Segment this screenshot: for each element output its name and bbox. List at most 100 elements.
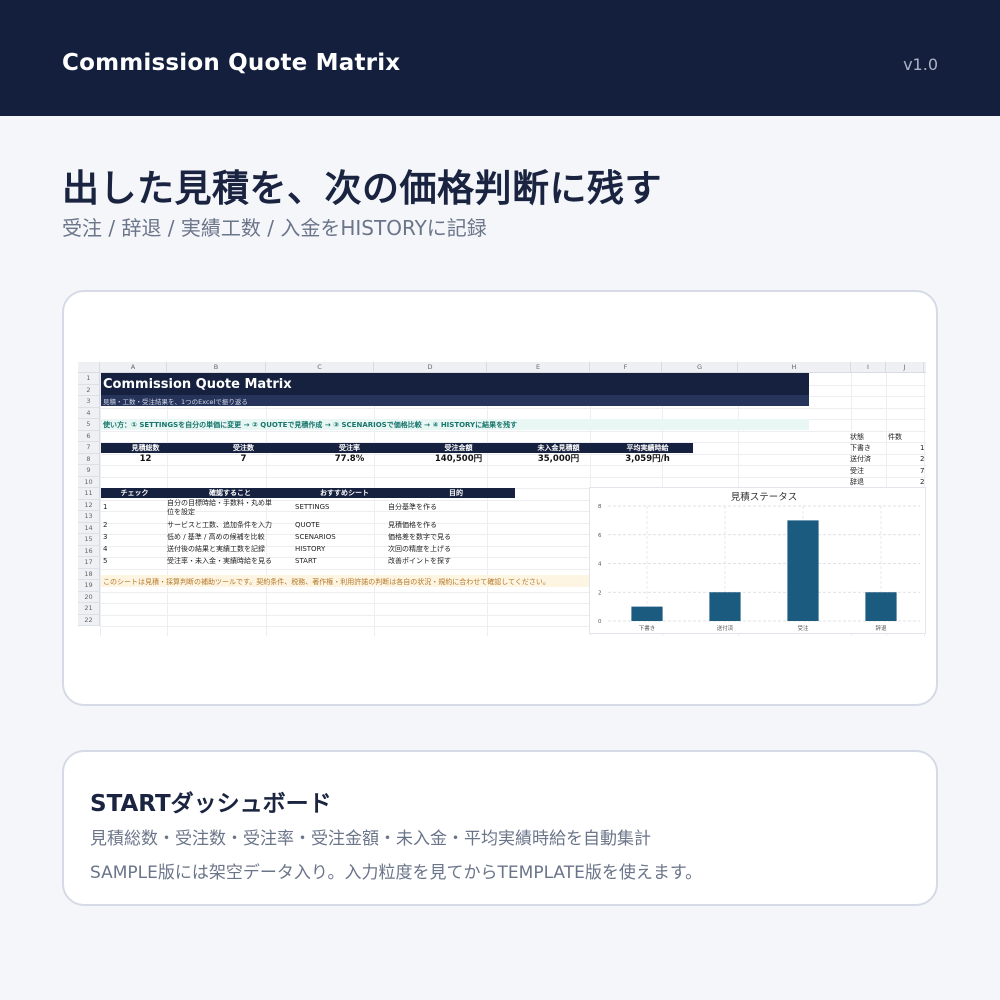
status-label: 辞退: [850, 478, 864, 486]
kpi-label: 平均実績時給: [602, 443, 693, 453]
grid-line: [374, 373, 375, 636]
status-label: 受注: [850, 467, 864, 475]
column-header[interactable]: F: [590, 362, 662, 373]
check-cell-item[interactable]: 自分の目標時給・手数料・丸め単: [167, 499, 272, 508]
column-header[interactable]: I: [851, 362, 886, 373]
chart-bar[interactable]: [631, 606, 663, 621]
check-cell-sheet[interactable]: SCENARIOS: [295, 533, 336, 542]
row-header[interactable]: 12: [78, 499, 100, 511]
column-header[interactable]: B: [167, 362, 266, 373]
row-header[interactable]: 18: [78, 568, 100, 580]
status-chart-svg: 見積ステータス 0 2 4 6 8 下書き 送付済 受注 辞退: [598, 491, 920, 632]
chart-bar[interactable]: [709, 592, 741, 621]
check-cell-sheet[interactable]: SETTINGS: [295, 503, 329, 512]
y-tick-label: 6: [598, 533, 602, 539]
check-cell-item[interactable]: 低め / 基準 / 高めの候補を比較: [167, 533, 265, 542]
column-header[interactable]: A: [100, 362, 167, 373]
status-label: 下書き: [850, 444, 871, 452]
row-header[interactable]: 22: [78, 614, 100, 626]
page-headline: 出した見積を、次の価格判断に残す: [62, 167, 662, 210]
check-cell-sheet[interactable]: HISTORY: [295, 545, 325, 554]
count-header: 件数: [888, 433, 902, 441]
check-table-header: 目的: [397, 488, 515, 498]
version-label: v1.0: [903, 55, 938, 74]
kpi-label: 見積総数: [101, 443, 190, 453]
check-cell-purpose[interactable]: 自分基準を作る: [388, 503, 437, 512]
spreadsheet-preview: 22 21 20 19 18 17 16 15 14 13 12 11 10 9 8 7 6 5 4 3 2 1 Comm…: [78, 362, 926, 636]
status-label: 送付済: [850, 455, 871, 463]
check-cell-purpose[interactable]: 価格差を数字で見る: [388, 533, 451, 542]
check-table-header: おすすめシート: [292, 488, 397, 498]
check-cell-purpose[interactable]: 見積価格を作る: [388, 521, 437, 530]
chart-bar[interactable]: [787, 520, 819, 621]
kpi-value[interactable]: 12: [101, 454, 190, 465]
row-header[interactable]: 9: [78, 465, 100, 477]
spreadsheet-preview-card: 22 21 20 19 18 17 16 15 14 13 12 11 10 9 8 7 6 5 4 3 2 1 Comm…: [62, 290, 938, 706]
status-header: 状態: [850, 433, 864, 441]
app-title: Commission Quote Matrix: [62, 50, 401, 76]
row-header[interactable]: 16: [78, 545, 100, 557]
row-header[interactable]: 10: [78, 476, 100, 488]
kpi-label: 未入金見積額: [515, 443, 602, 453]
check-cell-item[interactable]: 受注率・未入金・実績時給を見る: [167, 557, 272, 566]
row-header[interactable]: 4: [78, 407, 100, 419]
info-line-1: 見積総数・受注数・受注率・受注金額・未入金・平均実績時給を自動集計: [90, 829, 651, 849]
check-cell-no[interactable]: 1: [103, 503, 107, 512]
check-table-header: 確認すること: [168, 488, 292, 498]
row-header[interactable]: 5: [78, 419, 100, 431]
status-count: 2: [920, 478, 925, 486]
column-header[interactable]: E: [487, 362, 590, 373]
column-header[interactable]: J: [886, 362, 924, 373]
check-cell-sheet[interactable]: QUOTE: [295, 521, 320, 530]
x-tick-label: 下書き: [639, 624, 656, 632]
row-header[interactable]: 21: [78, 603, 100, 615]
x-tick-label: 送付済: [717, 624, 734, 632]
check-cell-no[interactable]: 4: [103, 545, 107, 554]
row-header[interactable]: 7: [78, 442, 100, 454]
row-header[interactable]: 11: [78, 488, 100, 500]
chart-bar[interactable]: [865, 592, 897, 621]
column-header[interactable]: D: [374, 362, 487, 373]
kpi-value[interactable]: 35,000円: [515, 454, 602, 465]
kpi-value[interactable]: 140,500円: [402, 454, 515, 465]
check-cell-sheet[interactable]: START: [295, 557, 317, 566]
check-cell-item-cont[interactable]: 位を設定: [167, 508, 195, 517]
row-header[interactable]: 13: [78, 511, 100, 523]
column-header[interactable]: H: [738, 362, 851, 373]
row-header[interactable]: 8: [78, 453, 100, 465]
grid-line: [100, 476, 926, 478]
kpi-value[interactable]: 77.8%: [297, 454, 402, 465]
y-tick-label: 8: [598, 504, 602, 510]
usage-text: 使い方：① SETTINGSを自分の単価に変更 → ② QUOTEで見積作成 →…: [103, 421, 518, 429]
check-cell-no[interactable]: 2: [103, 521, 107, 530]
check-cell-no[interactable]: 5: [103, 557, 107, 566]
check-cell-purpose[interactable]: 改善ポイントを探す: [388, 557, 451, 566]
info-title: STARTダッシュボード: [90, 791, 332, 817]
page-subline: 受注 / 辞退 / 実績工数 / 入金をHISTORYに記録: [62, 216, 487, 240]
column-header[interactable]: G: [662, 362, 738, 373]
row-header[interactable]: 6: [78, 430, 100, 442]
check-cell-no[interactable]: 3: [103, 533, 107, 542]
grid-line: [100, 430, 926, 432]
kpi-label: 受注数: [190, 443, 297, 453]
row-header[interactable]: 2: [78, 384, 100, 396]
y-tick-label: 2: [598, 590, 602, 596]
row-header[interactable]: 15: [78, 534, 100, 546]
row-header[interactable]: 3: [78, 396, 100, 408]
sheet-title: Commission Quote Matrix: [103, 377, 292, 392]
grid-line: [487, 373, 488, 636]
check-cell-item[interactable]: サービスと工数、追加条件を入力: [167, 521, 272, 530]
kpi-value[interactable]: 3,059円/h: [602, 454, 693, 465]
kpi-value[interactable]: 7: [190, 454, 297, 465]
column-header[interactable]: C: [266, 362, 374, 373]
row-header[interactable]: 20: [78, 591, 100, 603]
row-header[interactable]: 14: [78, 522, 100, 534]
info-line-2: SAMPLE版には架空データ入り。入力粒度を見てからTEMPLATE版を使えます…: [90, 863, 703, 883]
check-cell-purpose[interactable]: 次回の精度を上げる: [388, 545, 451, 554]
column-header[interactable]: K: [924, 362, 926, 373]
row-header[interactable]: 17: [78, 557, 100, 569]
status-count: 1: [920, 444, 925, 452]
row-header[interactable]: 19: [78, 580, 100, 592]
check-cell-item[interactable]: 送付後の結果と実績工数を記録: [167, 545, 265, 554]
row-header[interactable]: 1: [78, 373, 100, 385]
